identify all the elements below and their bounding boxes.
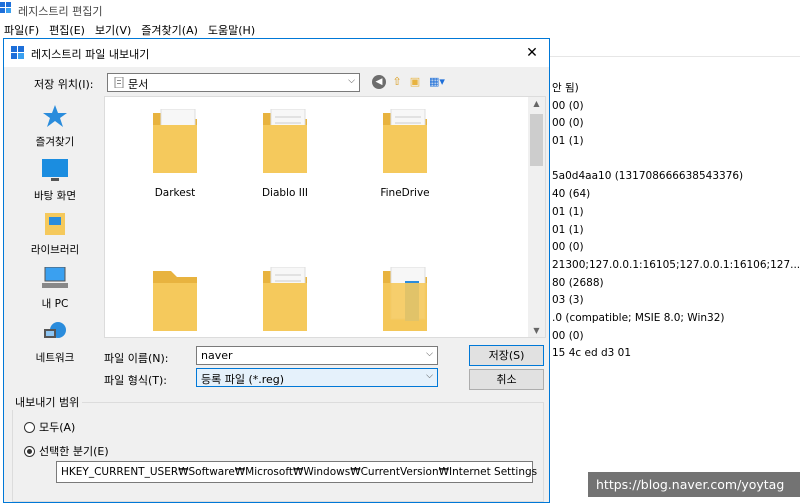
dialog-titlebar: 레지스트리 파일 내보내기 ✕ — [4, 39, 549, 67]
menu-file[interactable]: 파일(F) — [0, 20, 45, 40]
selected-branch-value: HKEY_CURRENT_USER₩Software₩Microsoft₩Win… — [61, 466, 538, 478]
value-row[interactable]: 80 (2688) — [552, 275, 800, 293]
folder-item[interactable]: Darkest — [125, 108, 225, 199]
registry-values-list: 안 됨) 00 (0) 00 (0) 01 (1) 5a0d4aa10 (131… — [552, 80, 800, 363]
place-label: 내 PC — [41, 298, 69, 310]
folder-item[interactable] — [355, 266, 455, 337]
value-row[interactable]: 01 (1) — [552, 133, 800, 151]
folder-item[interactable]: Diablo III — [235, 108, 335, 199]
scroll-down-icon[interactable]: ▼ — [528, 326, 545, 335]
folder-icon — [375, 266, 435, 335]
scroll-up-icon[interactable]: ▲ — [528, 99, 545, 108]
folder-item[interactable] — [235, 266, 335, 337]
values-header — [548, 40, 800, 57]
folder-name: Diablo III — [261, 187, 309, 199]
radio-all[interactable]: 모두(A) — [24, 419, 75, 435]
chevron-down-icon[interactable]: ⌵ — [426, 349, 433, 359]
up-folder-icon[interactable]: ⇧ — [390, 75, 404, 89]
export-dialog: 레지스트리 파일 내보내기 ✕ 저장 위치(I): 문서 ⌵ ◀ ⇧ ▣ ▦▾ … — [3, 38, 550, 503]
folder-item[interactable] — [125, 267, 225, 337]
value-row[interactable]: 21300;127.0.0.1:16105;127.0.0.1:16106;12… — [552, 257, 800, 275]
desktop-icon — [42, 159, 68, 181]
value-row[interactable]: 5a0d4aa10 (131708666638543376) — [552, 168, 800, 186]
regedit-icon — [11, 46, 24, 59]
place-favorites[interactable]: 즐겨찾기 — [10, 105, 100, 149]
folder-name: Darkest — [154, 187, 196, 199]
place-desktop[interactable]: 바탕 화면 — [10, 159, 100, 203]
value-row[interactable]: 15 4c ed d3 01 — [552, 345, 800, 363]
place-this-pc[interactable]: 내 PC — [10, 266, 100, 311]
regedit-title: 레지스트리 편집기 — [18, 5, 103, 18]
regedit-menubar: 파일(F) 편집(E) 보기(V) 즐겨찾기(A) 도움말(H) — [0, 20, 800, 40]
value-row[interactable]: 01 (1) — [552, 204, 800, 222]
new-folder-icon[interactable]: ▣ — [408, 75, 422, 89]
look-in-label: 저장 위치(I): — [34, 78, 94, 91]
chevron-down-icon[interactable]: ⌵ — [426, 371, 433, 381]
places-bar: 즐겨찾기 바탕 화면 라이브러리 내 PC 네트워크 — [10, 95, 100, 377]
export-range-label: 내보내기 범위 — [12, 394, 83, 410]
value-row[interactable]: .0 (compatible; MSIE 8.0; Win32) — [552, 310, 800, 328]
menu-help[interactable]: 도움말(H) — [204, 20, 261, 40]
look-in-value: 문서 — [128, 78, 149, 91]
radio-selected-branch[interactable]: 선택한 분기(E) — [24, 443, 109, 459]
value-row[interactable]: 03 (3) — [552, 292, 800, 310]
computer-icon — [42, 266, 68, 288]
chevron-down-icon[interactable]: ⌵ — [348, 76, 355, 86]
radio-selected-label: 선택한 분기(E) — [39, 445, 109, 458]
back-icon[interactable]: ◀ — [372, 75, 386, 89]
folder-icon — [255, 108, 315, 177]
place-label: 바탕 화면 — [34, 190, 76, 202]
file-name-label: 파일 이름(N): — [104, 352, 169, 365]
scroll-thumb[interactable] — [530, 114, 543, 166]
radio-all-label: 모두(A) — [39, 421, 76, 434]
menu-favorites[interactable]: 즐겨찾기(A) — [137, 20, 204, 40]
folder-icon — [255, 266, 315, 335]
file-list-scrollbar[interactable]: ▲ ▼ — [528, 97, 545, 337]
star-icon — [43, 105, 67, 127]
value-row[interactable]: 00 (0) — [552, 239, 800, 257]
folder-item[interactable]: FineDrive — [355, 108, 455, 199]
dialog-title: 레지스트리 파일 내보내기 — [31, 48, 150, 61]
file-type-value: 등록 파일 (*.reg) — [201, 373, 285, 386]
radio-button[interactable] — [24, 445, 35, 457]
watermark: https://blog.naver.com/yoytag — [588, 472, 800, 497]
document-icon — [114, 77, 124, 88]
file-name-input[interactable]: naver ⌵ — [196, 346, 438, 365]
value-row[interactable]: 40 (64) — [552, 186, 800, 204]
value-row[interactable]: 01 (1) — [552, 222, 800, 240]
cancel-button[interactable]: 취소 — [469, 369, 544, 390]
folder-icon — [375, 108, 435, 177]
menu-view[interactable]: 보기(V) — [91, 20, 137, 40]
value-row[interactable]: 안 됨) — [552, 80, 800, 98]
place-label: 즐겨찾기 — [35, 136, 75, 148]
look-in-dropdown[interactable]: 문서 ⌵ — [107, 73, 360, 92]
file-list: Darkest Diablo III FineDrive ▲ ▼ — [104, 96, 546, 338]
save-button[interactable]: 저장(S) — [469, 345, 544, 366]
folder-name: FineDrive — [380, 187, 430, 199]
value-row[interactable]: 00 (0) — [552, 98, 800, 116]
library-icon — [45, 213, 65, 235]
regedit-titlebar: 레지스트리 편집기 — [0, 0, 800, 20]
value-row[interactable] — [552, 151, 800, 169]
value-row[interactable]: 00 (0) — [552, 115, 800, 133]
menu-edit[interactable]: 편집(E) — [45, 20, 91, 40]
place-label: 네트워크 — [35, 352, 75, 364]
file-type-label: 파일 형식(T): — [104, 374, 167, 387]
place-label: 라이브러리 — [30, 244, 80, 256]
nav-toolbar: ◀ ⇧ ▣ ▦▾ — [372, 73, 448, 91]
radio-button[interactable] — [24, 421, 35, 433]
selected-branch-input[interactable]: HKEY_CURRENT_USER₩Software₩Microsoft₩Win… — [56, 461, 537, 483]
value-row[interactable]: 00 (0) — [552, 328, 800, 346]
close-icon[interactable]: ✕ — [515, 39, 549, 67]
place-libraries[interactable]: 라이브러리 — [10, 213, 100, 257]
folder-icon — [145, 267, 205, 335]
regedit-icon — [0, 2, 11, 13]
file-type-select[interactable]: 등록 파일 (*.reg) ⌵ — [196, 368, 438, 387]
file-name-value: naver — [201, 349, 233, 362]
network-icon — [44, 322, 66, 338]
folder-icon — [145, 108, 205, 177]
place-network[interactable]: 네트워크 — [10, 321, 100, 365]
view-menu-icon[interactable]: ▦▾ — [426, 75, 448, 89]
